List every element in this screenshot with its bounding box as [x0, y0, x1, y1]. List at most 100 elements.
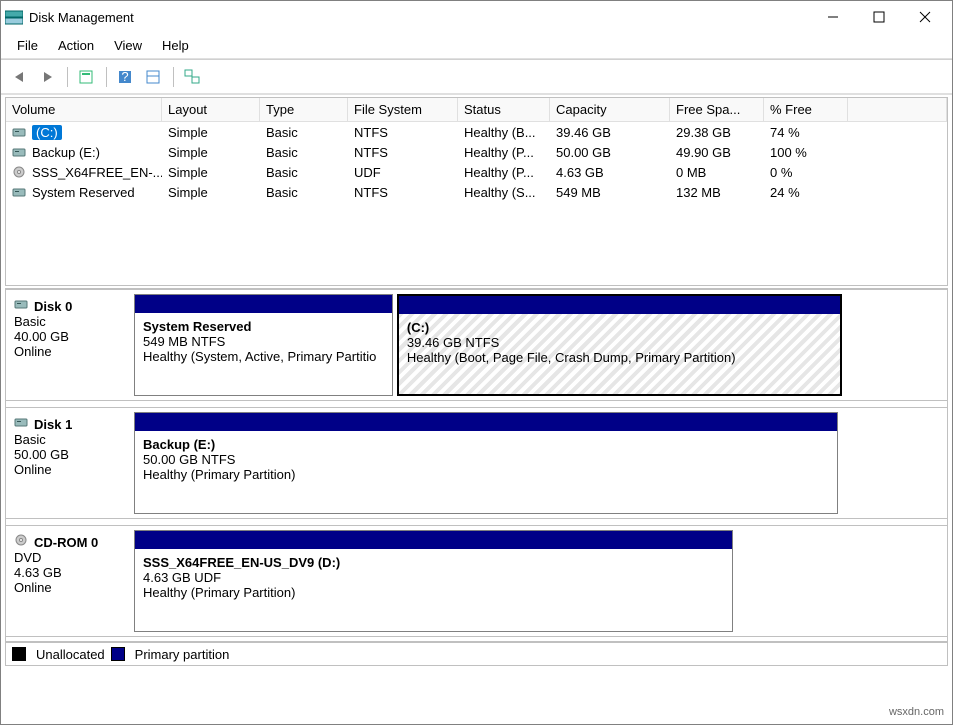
- toolbar-separator: [67, 67, 68, 87]
- partition[interactable]: System Reserved549 MB NTFSHealthy (Syste…: [134, 294, 393, 396]
- col-status[interactable]: Status: [458, 98, 550, 121]
- volume-row[interactable]: SSS_X64FREE_EN-...SimpleBasicUDFHealthy …: [6, 162, 947, 182]
- hdd-icon: [12, 186, 28, 198]
- hdd-icon: [12, 146, 28, 158]
- volume-pct: 100 %: [764, 143, 848, 162]
- cd-icon: [12, 166, 28, 178]
- volume-status: Healthy (P...: [458, 143, 550, 162]
- partition[interactable]: Backup (E:)50.00 GB NTFSHealthy (Primary…: [134, 412, 838, 514]
- volume-layout: Simple: [162, 123, 260, 142]
- disk-size: 40.00 GB: [14, 329, 130, 344]
- partition-name: (C:): [407, 320, 832, 335]
- disk-row: Disk 1Basic50.00 GBOnlineBackup (E:)50.0…: [6, 407, 947, 519]
- hdd-icon: [12, 126, 28, 138]
- window-controls: [810, 2, 948, 32]
- col-volume[interactable]: Volume: [6, 98, 162, 121]
- legend-unallocated-label: Unallocated: [36, 647, 105, 662]
- watermark: wsxdn.com: [889, 706, 944, 718]
- col-blank[interactable]: [848, 98, 947, 121]
- maximize-button[interactable]: [856, 2, 902, 32]
- toolbar-separator: [173, 67, 174, 87]
- col-type[interactable]: Type: [260, 98, 348, 121]
- volume-layout: Simple: [162, 143, 260, 162]
- volume-layout: Simple: [162, 183, 260, 202]
- volume-free: 0 MB: [670, 163, 764, 182]
- hdd-icon: [14, 416, 30, 432]
- volume-type: Basic: [260, 143, 348, 162]
- cd-icon: [14, 534, 30, 550]
- legend-primary-swatch: [111, 647, 125, 661]
- col-layout[interactable]: Layout: [162, 98, 260, 121]
- disk-map: Disk 0Basic40.00 GBOnlineSystem Reserved…: [5, 288, 948, 642]
- disk-name: Disk 1: [34, 417, 72, 432]
- disk-state: Online: [14, 462, 130, 477]
- volume-name: System Reserved: [32, 185, 135, 200]
- partition[interactable]: (C:)39.46 GB NTFSHealthy (Boot, Page Fil…: [397, 294, 842, 396]
- refresh-button[interactable]: [74, 64, 100, 90]
- menu-file[interactable]: File: [7, 36, 48, 55]
- view-button[interactable]: [141, 64, 167, 90]
- col-pctfree[interactable]: % Free: [764, 98, 848, 121]
- disk-label[interactable]: Disk 1Basic50.00 GBOnline: [10, 412, 134, 514]
- volume-row[interactable]: Backup (E:) SimpleBasicNTFSHealthy (P...5…: [6, 142, 947, 162]
- partition-sub: 4.63 GB UDF: [143, 570, 724, 585]
- volume-capacity: 39.46 GB: [550, 123, 670, 142]
- volume-row[interactable]: (C:)SimpleBasicNTFSHealthy (B...39.46 GB…: [6, 122, 947, 142]
- volume-capacity: 4.63 GB: [550, 163, 670, 182]
- partition-sub: 39.46 GB NTFS: [407, 335, 832, 350]
- volume-free: 29.38 GB: [670, 123, 764, 142]
- partition-sub: 50.00 GB NTFS: [143, 452, 829, 467]
- volume-list[interactable]: Volume Layout Type File System Status Ca…: [5, 97, 948, 286]
- partition-sub: 549 MB NTFS: [143, 334, 384, 349]
- legend-unallocated-swatch: [12, 647, 26, 661]
- menu-action[interactable]: Action: [48, 36, 104, 55]
- volume-name: SSS_X64FREE_EN-...: [32, 165, 162, 180]
- menu-help[interactable]: Help: [152, 36, 199, 55]
- volume-capacity: 50.00 GB: [550, 143, 670, 162]
- partition-bar: [135, 295, 392, 313]
- volume-pct: 0 %: [764, 163, 848, 182]
- minimize-button[interactable]: [810, 2, 856, 32]
- volume-status: Healthy (P...: [458, 163, 550, 182]
- disk-row: CD-ROM 0DVD4.63 GBOnlineSSS_X64FREE_EN-U…: [6, 525, 947, 637]
- disk-row: Disk 0Basic40.00 GBOnlineSystem Reserved…: [6, 289, 947, 401]
- volume-name: (C:): [32, 125, 62, 140]
- properties-button[interactable]: [180, 64, 206, 90]
- volume-name: Backup (E:): [32, 145, 100, 160]
- app-icon: [5, 9, 23, 25]
- forward-button[interactable]: [35, 64, 61, 90]
- disk-size: 4.63 GB: [14, 565, 130, 580]
- partition[interactable]: SSS_X64FREE_EN-US_DV9 (D:)4.63 GB UDFHea…: [134, 530, 733, 632]
- partition-bar: [135, 531, 732, 549]
- disk-partitions: Backup (E:)50.00 GB NTFSHealthy (Primary…: [134, 412, 943, 514]
- col-freespace[interactable]: Free Spa...: [670, 98, 764, 121]
- col-filesystem[interactable]: File System: [348, 98, 458, 121]
- help-button[interactable]: ?: [113, 64, 139, 90]
- volume-status: Healthy (S...: [458, 183, 550, 202]
- partition-bar: [135, 413, 837, 431]
- disk-label[interactable]: CD-ROM 0DVD4.63 GBOnline: [10, 530, 134, 632]
- volume-fs: NTFS: [348, 143, 458, 162]
- volume-row[interactable]: System ReservedSimpleBasicNTFSHealthy (S…: [6, 182, 947, 202]
- volume-free: 49.90 GB: [670, 143, 764, 162]
- close-button[interactable]: [902, 2, 948, 32]
- partition-name: SSS_X64FREE_EN-US_DV9 (D:): [143, 555, 724, 570]
- volume-type: Basic: [260, 163, 348, 182]
- volume-pct: 74 %: [764, 123, 848, 142]
- legend-primary-label: Primary partition: [135, 647, 230, 662]
- col-capacity[interactable]: Capacity: [550, 98, 670, 121]
- partition-bar: [399, 296, 840, 314]
- disk-label[interactable]: Disk 0Basic40.00 GBOnline: [10, 294, 134, 396]
- volume-fs: UDF: [348, 163, 458, 182]
- volume-type: Basic: [260, 183, 348, 202]
- volume-status: Healthy (B...: [458, 123, 550, 142]
- volume-free: 132 MB: [670, 183, 764, 202]
- menu-view[interactable]: View: [104, 36, 152, 55]
- volume-type: Basic: [260, 123, 348, 142]
- back-button[interactable]: [7, 64, 33, 90]
- volume-capacity: 549 MB: [550, 183, 670, 202]
- toolbar: ?: [1, 59, 952, 95]
- partition-status: Healthy (System, Active, Primary Partiti…: [143, 349, 384, 364]
- disk-kind: DVD: [14, 550, 130, 565]
- disk-map-body[interactable]: Disk 0Basic40.00 GBOnlineSystem Reserved…: [6, 289, 947, 641]
